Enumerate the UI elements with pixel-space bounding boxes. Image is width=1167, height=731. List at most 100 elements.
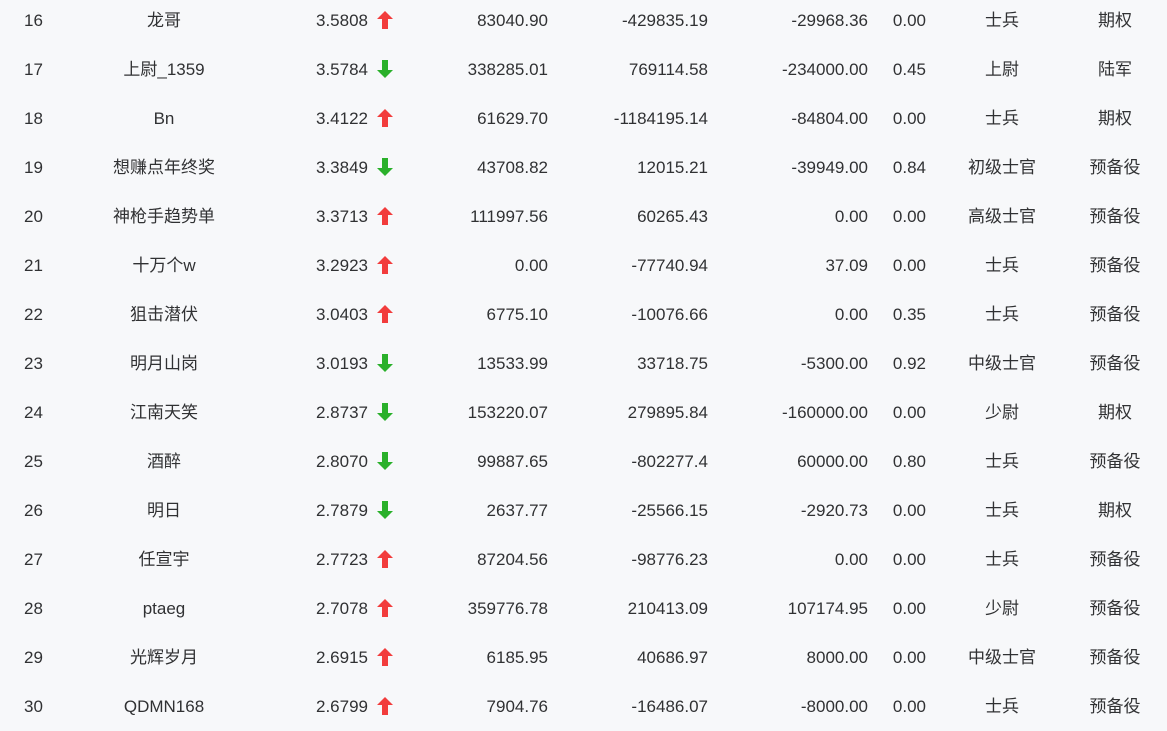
score-cell: 3.3713 bbox=[316, 207, 368, 226]
value-4-cell: 0.00 bbox=[892, 256, 926, 275]
score-cell: 3.5808 bbox=[316, 11, 368, 30]
table-row[interactable]: 24 江南天笑 2.8737 153220.07 279895.84 -160000.00… bbox=[0, 388, 1167, 437]
value-3-cell: 0.00 bbox=[834, 305, 868, 324]
type-cell: 预备役 bbox=[1089, 452, 1141, 471]
value-4-cell: 0.00 bbox=[892, 501, 926, 520]
trader-name[interactable]: 酒醉 bbox=[84, 437, 244, 486]
value-1-cell: 99887.65 bbox=[477, 452, 548, 471]
type-cell: 预备役 bbox=[1089, 305, 1141, 324]
arrow-up-icon bbox=[377, 94, 397, 143]
table-row[interactable]: 27 任宣宇 2.7723 87204.56 -98776.23 0.00 0.00 士兵 预备… bbox=[0, 535, 1167, 584]
rank-cell: 30 bbox=[24, 697, 43, 716]
trader-name[interactable]: 十万个w bbox=[84, 241, 244, 290]
value-3-cell: 0.00 bbox=[834, 550, 868, 569]
value-4-cell: 0.00 bbox=[892, 109, 926, 128]
value-4-cell: 0.84 bbox=[892, 158, 926, 177]
value-4-cell: 0.00 bbox=[892, 550, 926, 569]
trader-name[interactable]: 江南天笑 bbox=[84, 388, 244, 437]
table-row[interactable]: 28 ptaeg 2.7078 359776.78 210413.09 107174.95… bbox=[0, 584, 1167, 633]
rank-cell: 26 bbox=[24, 501, 43, 520]
trader-name[interactable]: 想赚点年终奖 bbox=[84, 143, 244, 192]
value-1-cell: 338285.01 bbox=[467, 60, 548, 79]
level-cell: 士兵 bbox=[985, 452, 1019, 471]
value-2-cell: 279895.84 bbox=[627, 403, 708, 422]
value-4-cell: 0.00 bbox=[892, 697, 926, 716]
trader-name[interactable]: QDMN168 bbox=[84, 682, 244, 731]
value-4-cell: 0.00 bbox=[892, 207, 926, 226]
rank-cell: 29 bbox=[24, 648, 43, 667]
rank-cell: 28 bbox=[24, 599, 43, 618]
type-cell: 预备役 bbox=[1089, 354, 1141, 373]
table-row[interactable]: 19 想赚点年终奖 3.3849 43708.82 12015.21 -39949.00 0… bbox=[0, 143, 1167, 192]
value-4-cell: 0.00 bbox=[892, 403, 926, 422]
level-cell: 士兵 bbox=[985, 256, 1019, 275]
table-row[interactable]: 26 明日 2.7879 2637.77 -25566.15 -2920.73 0.00 士兵… bbox=[0, 486, 1167, 535]
table-row[interactable]: 17 上尉_1359 3.5784 338285.01 769114.58 -234000… bbox=[0, 45, 1167, 94]
arrow-down-icon bbox=[377, 486, 397, 535]
table-row[interactable]: 30 QDMN168 2.6799 7904.76 -16486.07 -8000.00 0… bbox=[0, 682, 1167, 731]
trader-name[interactable]: 明月山岗 bbox=[84, 339, 244, 388]
trader-name[interactable]: 龙哥 bbox=[84, 0, 244, 45]
trader-name[interactable]: 光辉岁月 bbox=[84, 633, 244, 682]
arrow-down-icon bbox=[377, 388, 397, 437]
table-row[interactable]: 22 狙击潜伏 3.0403 6775.10 -10076.66 0.00 0.35 士兵 预备… bbox=[0, 290, 1167, 339]
level-cell: 士兵 bbox=[985, 109, 1019, 128]
level-cell: 上尉 bbox=[985, 60, 1019, 79]
value-2-cell: 12015.21 bbox=[637, 158, 708, 177]
trader-name[interactable]: 上尉_1359 bbox=[84, 45, 244, 94]
trader-name[interactable]: 明日 bbox=[84, 486, 244, 535]
type-cell: 期权 bbox=[1098, 403, 1132, 422]
level-cell: 初级士官 bbox=[968, 158, 1036, 177]
score-cell: 2.8070 bbox=[316, 452, 368, 471]
table-row[interactable]: 16 龙哥 3.5808 83040.90 -429835.19 -29968.36 0.0… bbox=[0, 0, 1167, 45]
value-3-cell: 0.00 bbox=[834, 207, 868, 226]
score-cell: 2.6799 bbox=[316, 697, 368, 716]
table-row[interactable]: 29 光辉岁月 2.6915 6185.95 40686.97 8000.00 0.00 中级… bbox=[0, 633, 1167, 682]
trader-name[interactable]: ptaeg bbox=[84, 584, 244, 633]
trader-name[interactable]: Bn bbox=[84, 94, 244, 143]
rank-cell: 25 bbox=[24, 452, 43, 471]
rank-cell: 17 bbox=[24, 60, 43, 79]
score-cell: 2.7078 bbox=[316, 599, 368, 618]
rank-cell: 24 bbox=[24, 403, 43, 422]
table-row[interactable]: 20 神枪手趋势单 3.3713 111997.56 60265.43 0.00 0.00 高… bbox=[0, 192, 1167, 241]
value-2-cell: -429835.19 bbox=[621, 11, 708, 30]
table-row[interactable]: 23 明月山岗 3.0193 13533.99 33718.75 -5300.00 0.92… bbox=[0, 339, 1167, 388]
score-cell: 2.7723 bbox=[316, 550, 368, 569]
score-cell: 3.0403 bbox=[316, 305, 368, 324]
trader-name[interactable]: 神枪手趋势单 bbox=[84, 192, 244, 241]
level-cell: 少尉 bbox=[985, 403, 1019, 422]
score-cell: 2.7879 bbox=[316, 501, 368, 520]
value-1-cell: 13533.99 bbox=[477, 354, 548, 373]
value-2-cell: -77740.94 bbox=[631, 256, 708, 275]
value-1-cell: 6775.10 bbox=[486, 305, 548, 324]
rank-cell: 19 bbox=[24, 158, 43, 177]
rank-cell: 16 bbox=[24, 11, 43, 30]
trader-name[interactable]: 任宣宇 bbox=[84, 535, 244, 584]
value-3-cell: -234000.00 bbox=[781, 60, 868, 79]
value-3-cell: 60000.00 bbox=[797, 452, 868, 471]
type-cell: 预备役 bbox=[1089, 256, 1141, 275]
value-2-cell: 33718.75 bbox=[637, 354, 708, 373]
arrow-down-icon bbox=[377, 143, 397, 192]
value-4-cell: 0.80 bbox=[892, 452, 926, 471]
value-3-cell: -2920.73 bbox=[800, 501, 868, 520]
level-cell: 少尉 bbox=[985, 599, 1019, 618]
score-cell: 2.6915 bbox=[316, 648, 368, 667]
value-2-cell: -1184195.14 bbox=[613, 109, 708, 128]
value-3-cell: -5300.00 bbox=[800, 354, 868, 373]
table-row[interactable]: 21 十万个w 3.2923 0.00 -77740.94 37.09 0.00 士兵 预备役 bbox=[0, 241, 1167, 290]
value-4-cell: 0.00 bbox=[892, 648, 926, 667]
score-cell: 3.2923 bbox=[316, 256, 368, 275]
value-2-cell: -98776.23 bbox=[631, 550, 708, 569]
level-cell: 士兵 bbox=[985, 550, 1019, 569]
arrow-down-icon bbox=[377, 437, 397, 486]
trader-name[interactable]: 狙击潜伏 bbox=[84, 290, 244, 339]
rank-cell: 18 bbox=[24, 109, 43, 128]
value-3-cell: -29968.36 bbox=[791, 11, 868, 30]
table-row[interactable]: 25 酒醉 2.8070 99887.65 -802277.4 60000.00 0.80 士… bbox=[0, 437, 1167, 486]
value-1-cell: 6185.95 bbox=[486, 648, 548, 667]
value-1-cell: 0.00 bbox=[514, 256, 548, 275]
table-row[interactable]: 18 Bn 3.4122 61629.70 -1184195.14 -84804.00 0.… bbox=[0, 94, 1167, 143]
level-cell: 士兵 bbox=[985, 697, 1019, 716]
